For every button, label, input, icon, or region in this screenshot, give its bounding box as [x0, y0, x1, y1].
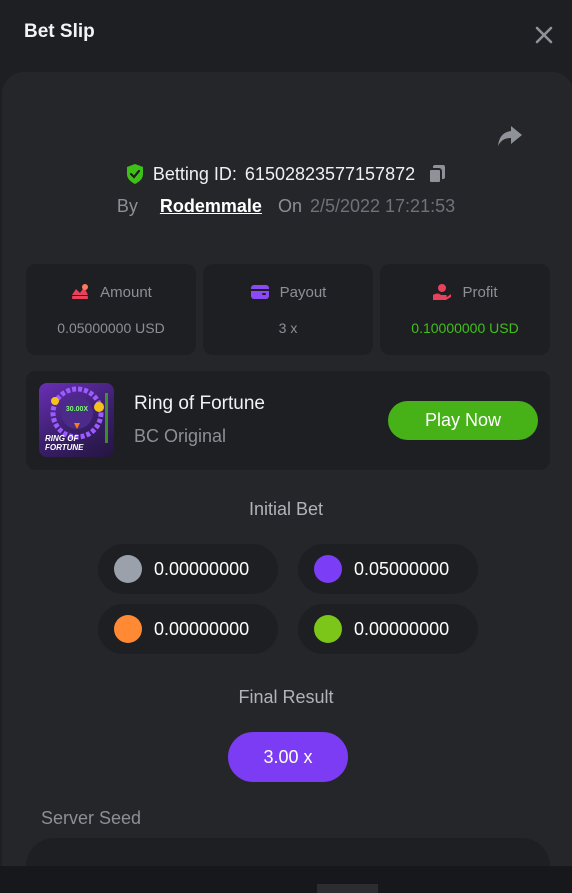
bet-date: 2/5/2022 17:21:53 — [309, 195, 456, 216]
chip-amount: 0.05000000 — [354, 558, 450, 579]
thumb-title-line-1: RING OF — [45, 434, 79, 443]
profit-card: Profit 0.10000000 USD — [380, 264, 550, 355]
chip-amount: 0.00000000 — [154, 618, 250, 639]
thumb-title-line-2: FORTUNE — [45, 443, 84, 452]
bet-chip-orange: 0.00000000 — [98, 604, 278, 654]
payout-value: 3 x — [278, 320, 298, 336]
initial-bet-title: Initial Bet — [248, 499, 324, 519]
server-seed-field[interactable] — [26, 838, 550, 866]
chip-dot-orange — [114, 615, 142, 643]
on-label: On — [277, 195, 302, 216]
amount-icon — [72, 284, 89, 299]
background-scroll-element — [317, 884, 378, 893]
payout-label: Payout — [279, 283, 327, 301]
game-provider: BC Original — [134, 426, 227, 446]
chip-dot-gray — [114, 555, 142, 583]
payout-card-icon — [250, 285, 269, 299]
betting-id-row: Betting ID: 61502823577157872 — [0, 160, 572, 188]
profit-value: 0.10000000 USD — [411, 320, 519, 336]
by-label: By — [116, 195, 138, 216]
payout-card: Payout 3 x — [203, 264, 373, 355]
chip-dot-purple — [314, 555, 342, 583]
amount-label: Amount — [100, 283, 152, 301]
chip-amount: 0.00000000 — [354, 618, 450, 639]
betting-id-label: Betting ID: — [152, 163, 237, 184]
bet-chip-green: 0.00000000 — [298, 604, 478, 654]
verified-shield-icon — [126, 164, 143, 184]
bet-chip-gray: 0.00000000 — [98, 544, 278, 594]
username-link[interactable]: Rodemmale — [160, 196, 262, 217]
amount-value: 0.05000000 USD — [57, 320, 165, 336]
game-card: 30.00X RING OF FORTUNE Ring of Fortune B… — [26, 371, 550, 470]
thumb-multiplier-badge: 30.00X — [66, 406, 89, 413]
close-icon[interactable] — [533, 24, 555, 46]
bet-author-row: By Rodemmale On 2/5/2022 17:21:53 — [0, 193, 572, 219]
profit-label: Profit — [462, 283, 498, 301]
background-page — [0, 866, 572, 893]
share-icon[interactable] — [497, 124, 523, 148]
bet-slip-modal: Bet Slip Betting ID: 61502823577157872 B… — [0, 0, 572, 866]
copy-icon[interactable] — [427, 163, 447, 185]
game-name[interactable]: Ring of Fortune — [134, 393, 265, 415]
chip-dot-green — [314, 615, 342, 643]
modal-title: Bet Slip — [24, 21, 95, 42]
play-now-button[interactable]: Play Now — [388, 401, 538, 440]
game-thumbnail[interactable]: 30.00X RING OF FORTUNE — [39, 383, 114, 457]
chip-amount: 0.00000000 — [154, 558, 250, 579]
final-result-title: Final Result — [238, 687, 334, 707]
betting-id-value: 61502823577157872 — [244, 163, 416, 184]
final-result-badge: 3.00 x — [228, 732, 348, 782]
profit-hand-icon — [433, 284, 452, 300]
amount-card: Amount 0.05000000 USD — [26, 264, 196, 355]
ring-of-fortune-image: 30.00X RING OF FORTUNE — [45, 386, 108, 452]
server-seed-label: Server Seed — [41, 808, 142, 828]
bet-chip-purple: 0.05000000 — [298, 544, 478, 594]
